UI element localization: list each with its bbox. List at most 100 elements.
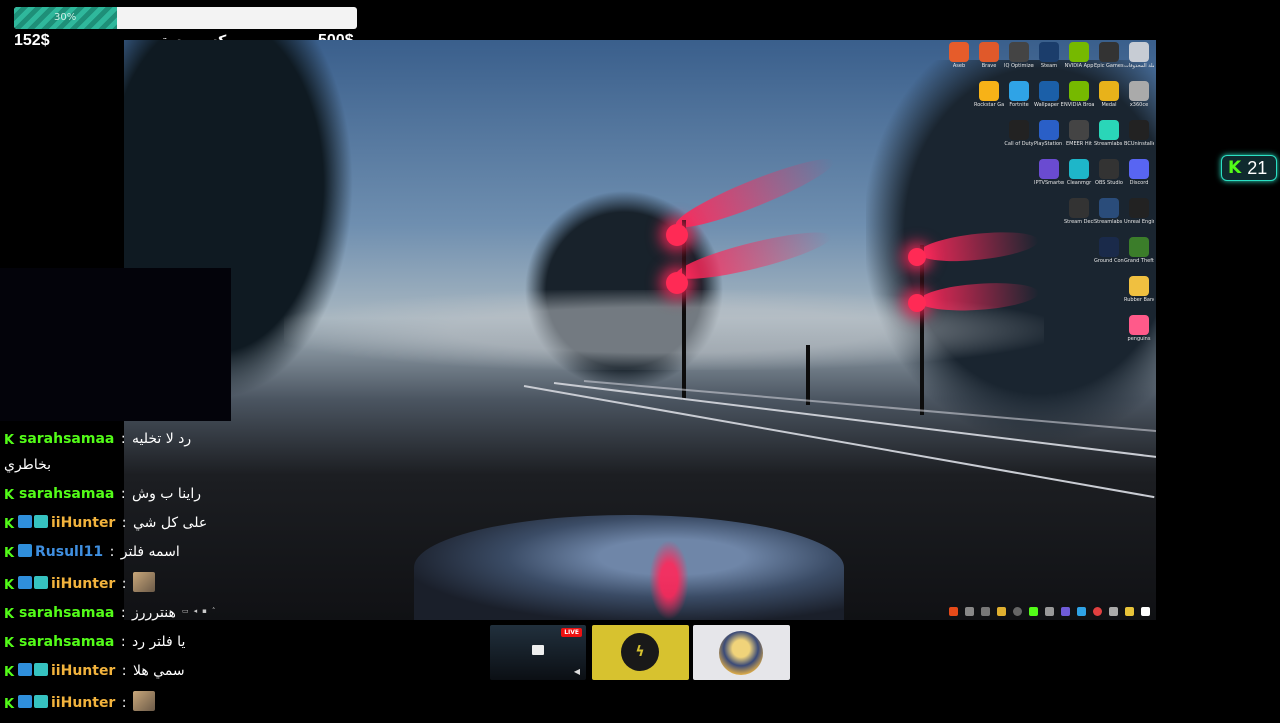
obs-icon <box>1099 159 1119 179</box>
chat-separator: : <box>117 663 131 679</box>
desktop-icon[interactable]: EMEER Hit <box>1064 120 1094 147</box>
fortnite-icon <box>1009 81 1029 101</box>
desktop-icon[interactable]: NVIDIA App <box>1064 42 1094 69</box>
desktop-icon-label: x360ce <box>1129 102 1149 108</box>
gta-icon <box>1129 237 1149 257</box>
chat-username[interactable]: sarahsamaa <box>19 486 114 502</box>
desktop-icon[interactable]: Rubber Bandits <box>1124 276 1154 303</box>
cod-icon <box>1009 120 1029 140</box>
desktop-icon-label: Streamlabs SE Link <box>1094 219 1124 225</box>
desktop-icon-label: Medal <box>1101 102 1117 108</box>
desktop-icon[interactable]: Grand Theft Auto V Le... <box>1124 237 1154 264</box>
thumbnail-yellow-logo[interactable]: ϟ <box>592 625 689 680</box>
desktop-icon-label: Grand Theft Auto V Le... <box>1124 258 1154 264</box>
desktop-icon[interactable]: Streamlabs Desktop <box>1094 120 1124 147</box>
desktop-icon[interactable]: Wallpaper Engine <box>1034 81 1064 108</box>
desktop-icon[interactable]: NVIDIA Broadcast <box>1064 81 1094 108</box>
desktop-icon[interactable]: Rockstar Games <box>974 81 1004 108</box>
kick-icon: K <box>4 607 15 622</box>
desktop-icon[interactable]: Epic Games Launcher <box>1094 42 1124 69</box>
app-taskbar-icon[interactable] <box>1013 607 1022 616</box>
chat-message: Ksarahsamaa : راينا ب وش <box>4 485 234 503</box>
desktop-icon[interactable]: Aseb <box>944 42 974 69</box>
chat-text: بخاطري <box>4 457 52 473</box>
chat-separator: : <box>117 695 131 711</box>
desktop-icons: Aseb Brave IQ Optimizer Steam NVIDIA App Epic… <box>124 40 1156 620</box>
chat-separator: : <box>117 515 131 531</box>
desktop-icon[interactable]: Unreal Engine <box>1124 198 1154 225</box>
desktop-icon[interactable]: Ground Control <box>1094 237 1124 264</box>
desktop-icon[interactable]: BCUninstaller <box>1124 120 1154 147</box>
nvidia-icon <box>1069 81 1089 101</box>
desktop-icon[interactable]: penguins <box>1124 315 1154 342</box>
kick-taskbar-icon[interactable] <box>1029 607 1038 616</box>
subscriber-badge-icon <box>18 515 32 528</box>
chrome-taskbar-icon[interactable] <box>1093 607 1102 616</box>
app-taskbar-icon[interactable] <box>965 607 974 616</box>
desktop-icon[interactable]: Fortnite <box>1004 81 1034 108</box>
desktop-icon-label: Stream Deck <box>1064 219 1094 225</box>
chat-separator: : <box>116 634 130 650</box>
kick-icon: K <box>4 578 15 593</box>
brave-taskbar-icon[interactable] <box>949 607 958 616</box>
goal-current-amount: 152$ <box>14 32 50 49</box>
desktop-icon-label: Ground Control <box>1094 258 1124 264</box>
app-taskbar-icon[interactable] <box>1077 607 1086 616</box>
chat-username[interactable]: sarahsamaa <box>19 605 114 621</box>
unreal-icon <box>1129 198 1149 218</box>
desktop-icon-label: Rubber Bandits <box>1124 297 1154 303</box>
app-taskbar-icon[interactable] <box>1045 607 1054 616</box>
app-icon <box>1129 120 1149 140</box>
chat-username[interactable]: iiHunter <box>51 663 115 679</box>
app-taskbar-icon[interactable] <box>1061 607 1070 616</box>
thumbnail-desktop-scene[interactable]: LIVE ◀ <box>490 625 586 680</box>
chat-username[interactable]: iiHunter <box>51 515 115 531</box>
chat-username[interactable]: iiHunter <box>51 576 115 592</box>
chat-separator: : <box>105 544 119 560</box>
chat-text: سمي هلا <box>132 663 185 679</box>
live-badge: LIVE <box>561 628 582 637</box>
desktop-icon[interactable]: Steam <box>1034 42 1064 69</box>
desktop-icon[interactable]: Stream Deck <box>1064 198 1094 225</box>
app-taskbar-icon[interactable] <box>981 607 990 616</box>
chat-message: KiiHunter : على كل شي <box>4 514 234 532</box>
kick-icon: K <box>4 517 15 532</box>
chat-text: على كل شي <box>132 515 208 531</box>
desktop-icon-label: سلة المحذوفات <box>1124 63 1154 69</box>
desktop-icon-label: IQ Optimizer <box>1004 63 1034 69</box>
app-icon <box>1069 120 1089 140</box>
desktop-icon[interactable]: Brave <box>974 42 1004 69</box>
medal-icon <box>1099 81 1119 101</box>
chat-username[interactable]: sarahsamaa <box>19 431 114 447</box>
desktop-icon[interactable]: Medal <box>1094 81 1124 108</box>
desktop-icon-label: OBS Studio <box>1095 180 1123 186</box>
chat-text: رد لا تخليه <box>132 431 192 447</box>
desktop-icon[interactable]: IQ Optimizer <box>1004 42 1034 69</box>
desktop-icon[interactable]: Streamlabs SE Link <box>1094 198 1124 225</box>
desktop-icon[interactable]: IPTVSmarters <box>1034 159 1064 186</box>
desktop-icon[interactable]: Call of Duty <box>1004 120 1034 147</box>
chat-username[interactable]: sarahsamaa <box>19 634 114 650</box>
desktop-icon[interactable]: سلة المحذوفات <box>1124 42 1154 69</box>
desktop-icon-label: Cleanmgr <box>1066 180 1092 186</box>
windows-start-icon[interactable] <box>1141 607 1150 616</box>
viewer-counter: K 21 <box>1221 155 1277 181</box>
thumbnail-avatar-art[interactable] <box>693 625 790 680</box>
discord-icon <box>1129 159 1149 179</box>
recycle-bin-icon <box>1129 42 1149 62</box>
desktop-icon[interactable]: OBS Studio <box>1094 159 1124 186</box>
folder-taskbar-icon[interactable] <box>997 607 1006 616</box>
desktop-icon[interactable]: Discord <box>1124 159 1154 186</box>
explorer-taskbar-icon[interactable] <box>1125 607 1134 616</box>
chat-username[interactable]: Rusull11 <box>35 544 103 560</box>
desktop-icon[interactable]: x360ce <box>1124 81 1154 108</box>
chat-username[interactable]: iiHunter <box>51 695 115 711</box>
app-taskbar-icon[interactable] <box>1109 607 1118 616</box>
subscriber-badge-icon <box>18 695 32 708</box>
desktop-icon[interactable]: PlayStation Accessories <box>1034 120 1064 147</box>
kick-icon: K <box>4 636 15 651</box>
app-icon <box>1099 237 1119 257</box>
subscriber-badge-icon <box>18 576 32 589</box>
app-icon <box>1069 159 1089 179</box>
desktop-icon[interactable]: Cleanmgr <box>1064 159 1094 186</box>
